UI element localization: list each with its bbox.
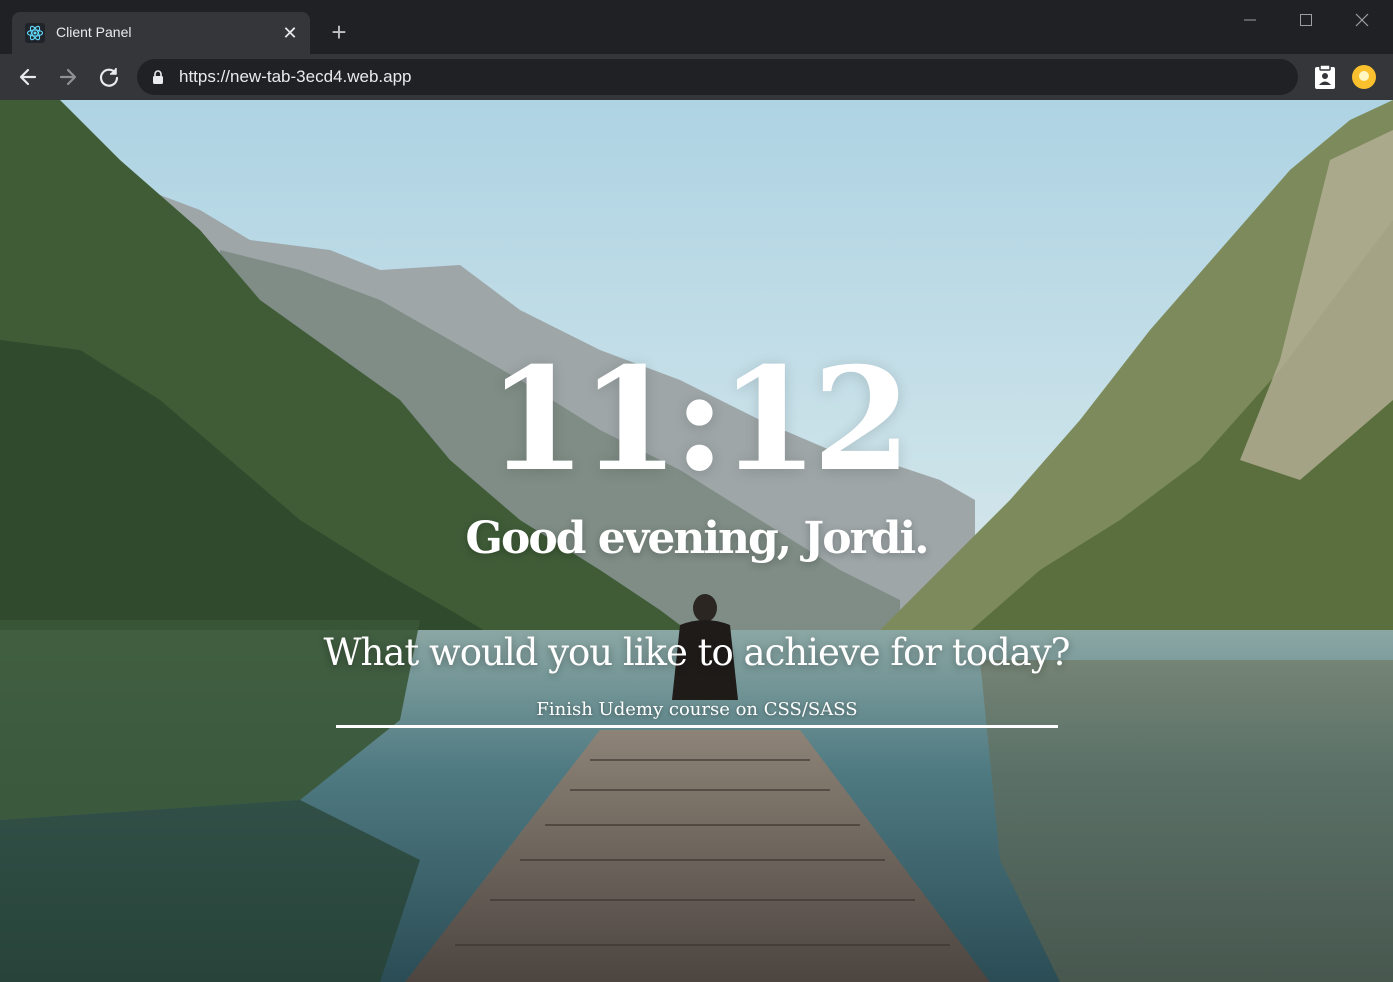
- close-window-icon[interactable]: [1348, 8, 1376, 32]
- browser-toolbar: https://new-tab-3ecd4.web.app: [0, 54, 1393, 100]
- momentum-overlay: 11:12 Good evening, Jordi. What would yo…: [0, 100, 1393, 982]
- browser-chrome: Client Panel ✕ + https://new-tab-3ecd4.w…: [0, 0, 1393, 100]
- arrow-left-icon[interactable]: [14, 63, 42, 91]
- focus-input[interactable]: [336, 694, 1058, 728]
- new-tab-button[interactable]: +: [326, 19, 352, 46]
- arrow-right-icon[interactable]: [54, 63, 82, 91]
- url-text: https://new-tab-3ecd4.web.app: [179, 67, 412, 86]
- address-bar[interactable]: https://new-tab-3ecd4.web.app: [137, 59, 1298, 95]
- page-viewport: 11:12 Good evening, Jordi. What would yo…: [0, 100, 1393, 982]
- tab-close-icon[interactable]: ✕: [280, 23, 300, 43]
- reload-icon[interactable]: [95, 63, 123, 91]
- lock-icon[interactable]: [151, 69, 165, 85]
- tab-client-panel[interactable]: Client Panel ✕: [12, 12, 310, 54]
- clock-time: 11:12: [487, 337, 912, 503]
- tab-strip: Client Panel ✕ +: [0, 0, 1393, 54]
- react-atom-icon: [25, 23, 45, 43]
- maximize-window-icon[interactable]: [1292, 8, 1320, 32]
- greeting-text: Good evening, Jordi.: [465, 513, 929, 564]
- clipboard-icon[interactable]: [1312, 63, 1338, 91]
- minimize-window-icon[interactable]: [1236, 8, 1264, 32]
- tab-title: Client Panel: [56, 24, 132, 40]
- focus-question: What would you like to achieve for today…: [323, 631, 1071, 674]
- profile-icon[interactable]: [1352, 65, 1376, 89]
